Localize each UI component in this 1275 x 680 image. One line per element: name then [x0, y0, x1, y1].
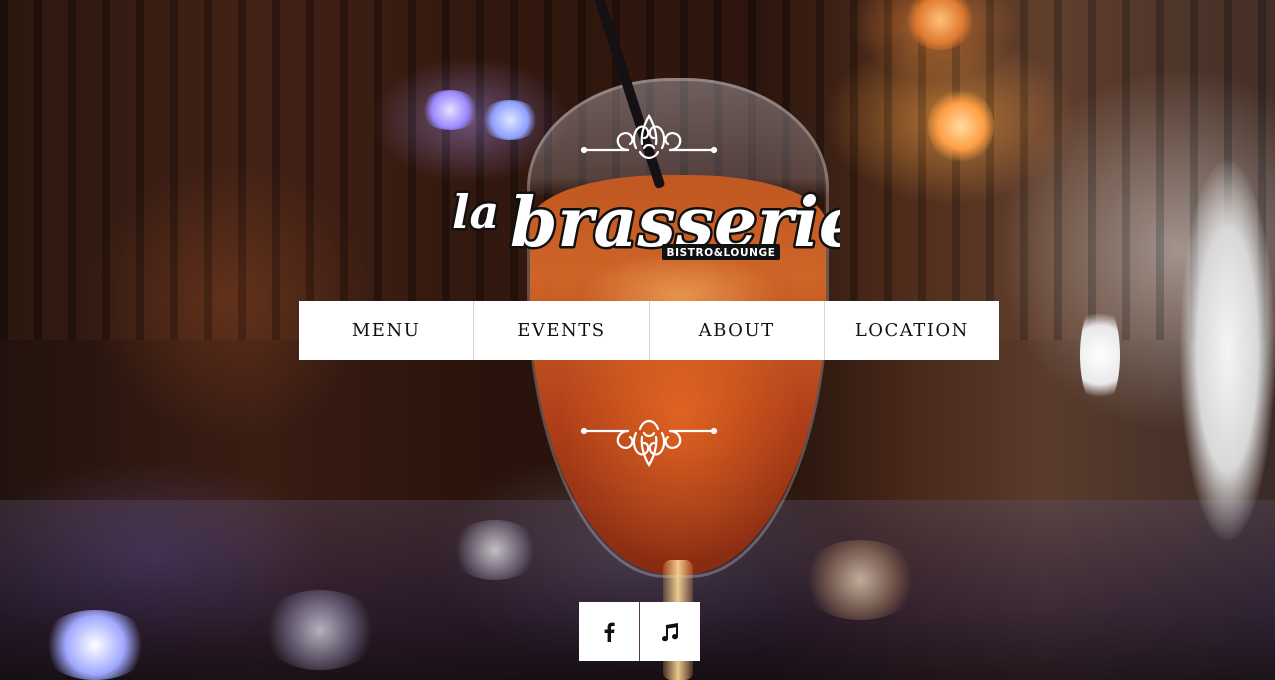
logo-tagline: BISTRO&LOUNGE	[667, 247, 776, 259]
bokeh-light	[800, 540, 920, 620]
music-button[interactable]	[640, 602, 700, 661]
bokeh-light	[1080, 300, 1120, 410]
ornament-top-icon	[580, 113, 718, 160]
main-navigation: MENU EVENTS ABOUT LOCATION	[299, 301, 999, 360]
nav-item-about[interactable]: ABOUT	[650, 301, 825, 360]
bokeh-light	[928, 88, 994, 164]
logo-script-la: la	[452, 185, 499, 239]
brand-logo: la brasserie BISTRO&LOUNGE	[450, 181, 841, 266]
bokeh-light	[1180, 160, 1275, 540]
facebook-icon	[604, 622, 615, 642]
music-note-icon	[662, 622, 679, 641]
bokeh-light	[450, 520, 540, 580]
social-links	[579, 602, 700, 661]
bokeh-light	[420, 90, 480, 130]
nav-item-events[interactable]: EVENTS	[474, 301, 650, 360]
nav-item-menu[interactable]: MENU	[299, 301, 475, 360]
bokeh-light	[480, 100, 540, 140]
bokeh-light	[260, 590, 380, 670]
bokeh-light	[40, 610, 150, 680]
nav-item-location[interactable]: LOCATION	[825, 301, 999, 360]
ornament-bottom-icon	[580, 419, 718, 468]
facebook-button[interactable]	[579, 602, 640, 661]
